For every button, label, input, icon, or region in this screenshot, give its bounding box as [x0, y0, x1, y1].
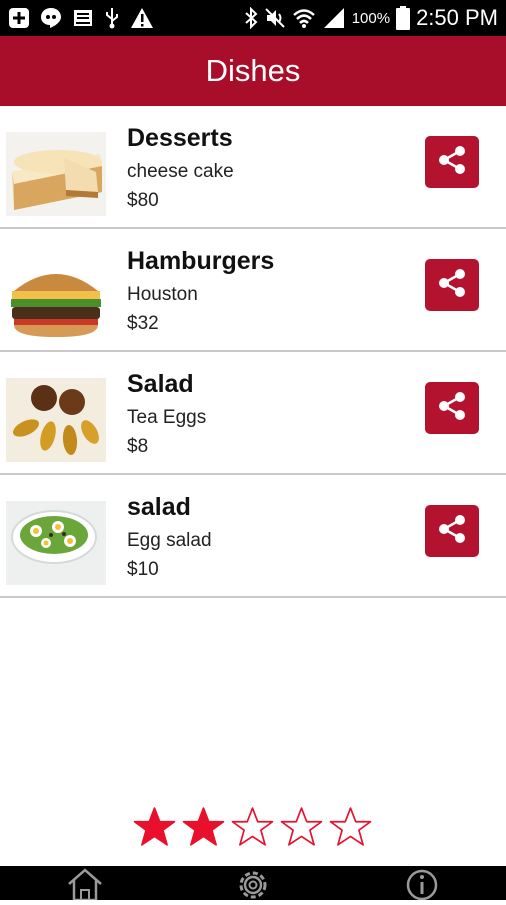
dish-price: $80 [127, 190, 159, 211]
drive-icon [72, 7, 94, 29]
share-icon [435, 143, 469, 182]
chat-icon [40, 7, 62, 29]
status-bar: 100% 2:50 PM [0, 0, 506, 36]
star-filled-icon[interactable] [132, 806, 177, 848]
rating-bar[interactable] [132, 806, 373, 848]
dish-name: Desserts [127, 124, 233, 152]
gear-icon [234, 871, 272, 904]
dish-price: $8 [127, 436, 149, 457]
list-item[interactable]: Desserts cheese cake $80 [0, 106, 506, 229]
star-empty-icon[interactable] [279, 806, 324, 848]
dish-description: Tea Eggs [127, 407, 207, 428]
add-notification-icon [8, 7, 30, 29]
share-button[interactable] [425, 136, 479, 188]
signal-icon [322, 7, 346, 29]
bottom-nav [0, 866, 506, 902]
battery-icon [396, 6, 411, 30]
dish-name: Salad [127, 370, 194, 398]
list-item[interactable]: Hamburgers Houston $32 [0, 229, 506, 352]
page-title: Dishes [205, 53, 301, 88]
app-bar: Dishes [0, 36, 506, 106]
list-item[interactable]: Salad Tea Eggs $8 [0, 352, 506, 475]
bluetooth-icon [244, 7, 258, 29]
dish-list: Desserts cheese cake $80 Hamburgers Hous… [0, 106, 506, 598]
dish-price: $10 [127, 559, 159, 580]
share-button[interactable] [425, 382, 479, 434]
dish-description: Egg salad [127, 530, 212, 551]
star-filled-icon[interactable] [181, 806, 226, 848]
star-empty-icon[interactable] [328, 806, 373, 848]
dish-name: Hamburgers [127, 247, 275, 275]
list-item[interactable]: salad Egg salad $10 [0, 475, 506, 598]
warning-icon [130, 7, 154, 29]
info-icon [403, 869, 441, 904]
battery-percent: 100% [351, 9, 391, 27]
share-icon [435, 389, 469, 428]
dish-image-tea-eggs [6, 378, 106, 462]
dish-image-cheesecake [6, 132, 106, 216]
share-icon [435, 512, 469, 551]
home-icon [66, 868, 104, 904]
clock: 2:50 PM [416, 5, 498, 30]
share-button[interactable] [425, 259, 479, 311]
share-icon [435, 266, 469, 305]
dish-price: $32 [127, 313, 159, 334]
wifi-icon [292, 7, 316, 29]
usb-icon [104, 7, 120, 29]
dish-name: salad [127, 493, 191, 521]
dish-image-hamburger [6, 255, 106, 339]
nav-settings[interactable] [234, 866, 272, 900]
nav-info[interactable] [403, 866, 441, 901]
dish-description: cheese cake [127, 161, 234, 182]
nav-home[interactable] [66, 866, 104, 902]
mute-icon [264, 7, 286, 29]
dish-description: Houston [127, 284, 198, 305]
dish-image-egg-salad [6, 501, 106, 585]
star-empty-icon[interactable] [230, 806, 275, 848]
share-button[interactable] [425, 505, 479, 557]
